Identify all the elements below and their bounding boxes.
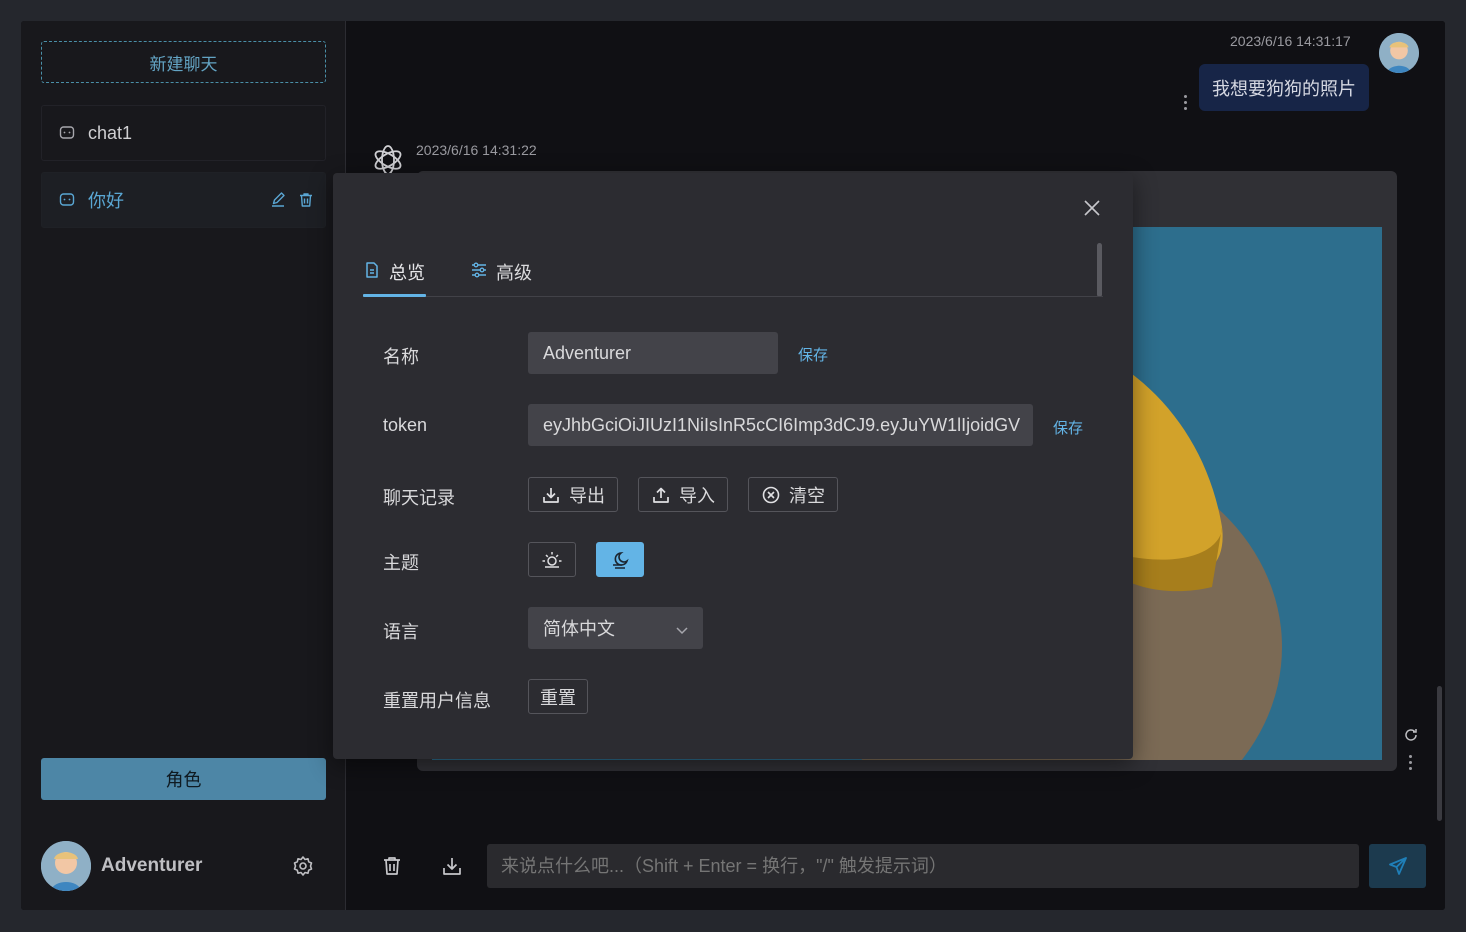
language-value: 简体中文 <box>543 619 615 639</box>
clear-button[interactable]: 清空 <box>748 477 838 512</box>
new-chat-button[interactable]: 新建聊天 <box>41 41 326 83</box>
import-button[interactable]: 导入 <box>638 477 728 512</box>
role-button[interactable]: 角色 <box>41 758 326 800</box>
refresh-icon[interactable] <box>1402 726 1420 744</box>
edit-icon[interactable] <box>269 191 287 214</box>
clear-chat-icon[interactable] <box>380 854 404 878</box>
sun-icon <box>542 551 562 568</box>
user-profile: Adventurer <box>41 841 326 891</box>
user-message-time: 2023/6/16 14:31:17 <box>1230 33 1351 49</box>
settings-modal: 总览 高级 名称 Adventurer 保存 token eyJhbGciOiJ… <box>333 173 1133 759</box>
trash-icon[interactable] <box>297 191 315 214</box>
reset-button[interactable]: 重置 <box>528 679 588 714</box>
moon-icon <box>613 551 629 569</box>
input-bar <box>347 841 1445 891</box>
settings-tabs: 总览 高级 <box>363 243 1103 297</box>
name-field[interactable]: Adventurer <box>528 332 778 374</box>
close-icon[interactable] <box>1081 197 1103 219</box>
chevron-down-icon <box>675 621 689 635</box>
message-input[interactable] <box>487 844 1359 888</box>
export-button[interactable]: 导出 <box>528 477 618 512</box>
reset-button-label: 重置 <box>540 687 576 708</box>
tab-label: 高级 <box>496 263 532 283</box>
download-icon[interactable] <box>440 854 464 878</box>
bot-more-options-icon[interactable] <box>1409 755 1413 773</box>
sliders-icon <box>470 261 488 279</box>
gear-icon[interactable] <box>292 855 314 877</box>
chat-item-title: 你好 <box>88 191 124 211</box>
download-icon <box>541 485 561 505</box>
token-field[interactable]: eyJhbGciOiJIUzI1NiIsInR5cCI6Imp3dCJ9.eyJ… <box>528 404 1033 446</box>
tab-advanced[interactable]: 高级 <box>470 257 532 297</box>
send-button[interactable] <box>1369 844 1426 888</box>
tab-overview[interactable]: 总览 <box>363 257 425 297</box>
send-icon <box>1388 857 1407 875</box>
document-icon <box>363 261 381 279</box>
language-select[interactable]: 简体中文 <box>528 607 703 649</box>
bot-message-time: 2023/6/16 14:31:22 <box>416 142 537 158</box>
token-label: token <box>383 415 428 435</box>
sidebar: 新建聊天 chat1 你好 角色 Adventurer <box>21 21 346 910</box>
theme-dark-button[interactable] <box>596 542 644 577</box>
close-circle-icon <box>761 485 781 505</box>
history-label: 聊天记录 <box>383 488 455 508</box>
export-label: 导出 <box>569 485 605 506</box>
chat-item-title: chat1 <box>88 122 133 143</box>
more-options-icon[interactable] <box>1184 95 1188 113</box>
avatar[interactable] <box>41 841 91 891</box>
save-name-link[interactable]: 保存 <box>798 344 828 365</box>
chat-item-actions <box>269 191 315 214</box>
name-label: 名称 <box>383 347 419 367</box>
sidebar-item-chat1[interactable]: chat1 <box>41 105 326 161</box>
save-token-link[interactable]: 保存 <box>1053 417 1083 438</box>
clear-label: 清空 <box>789 485 825 506</box>
theme-label: 主题 <box>383 553 419 573</box>
chat-bubble-icon <box>58 124 76 142</box>
sidebar-item-chat2[interactable]: 你好 <box>41 172 326 228</box>
user-message-bubble: 我想要狗狗的照片 <box>1199 64 1369 111</box>
chat-scrollbar[interactable] <box>1437 686 1442 821</box>
theme-light-button[interactable] <box>528 542 576 577</box>
active-tab-indicator <box>363 294 426 297</box>
chat-bubble-icon <box>58 191 76 209</box>
import-label: 导入 <box>679 485 715 506</box>
reset-label: 重置用户信息 <box>383 691 491 711</box>
tab-label: 总览 <box>389 263 425 283</box>
language-label: 语言 <box>383 622 419 642</box>
user-name: Adventurer <box>101 855 203 876</box>
upload-icon <box>651 485 671 505</box>
user-avatar <box>1379 33 1419 73</box>
